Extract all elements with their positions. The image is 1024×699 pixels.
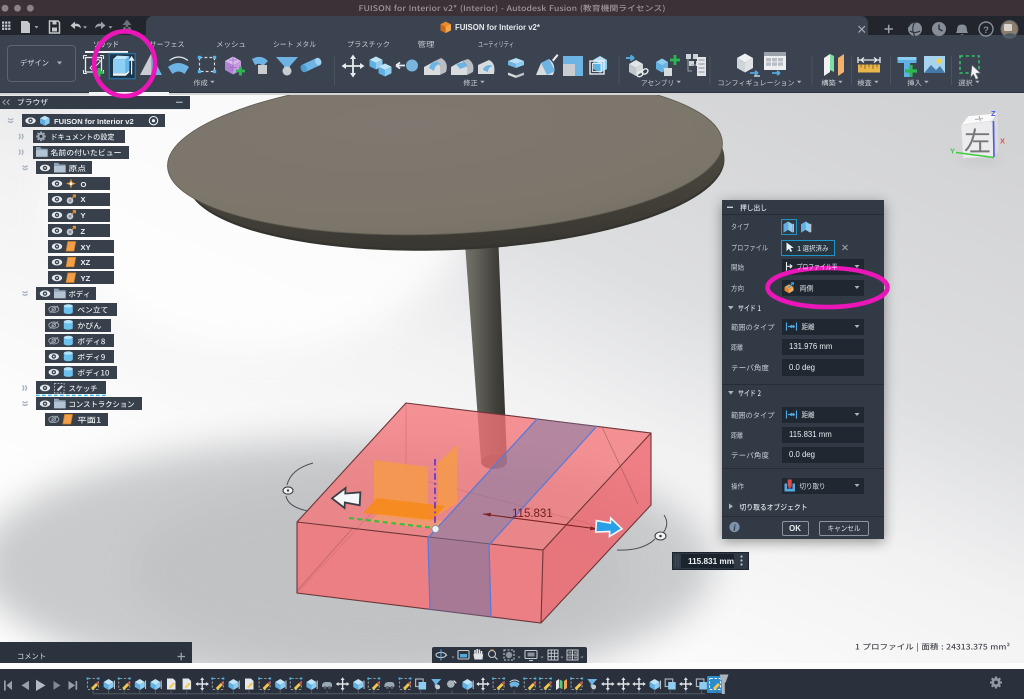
- svg-text:?: ?: [983, 25, 989, 36]
